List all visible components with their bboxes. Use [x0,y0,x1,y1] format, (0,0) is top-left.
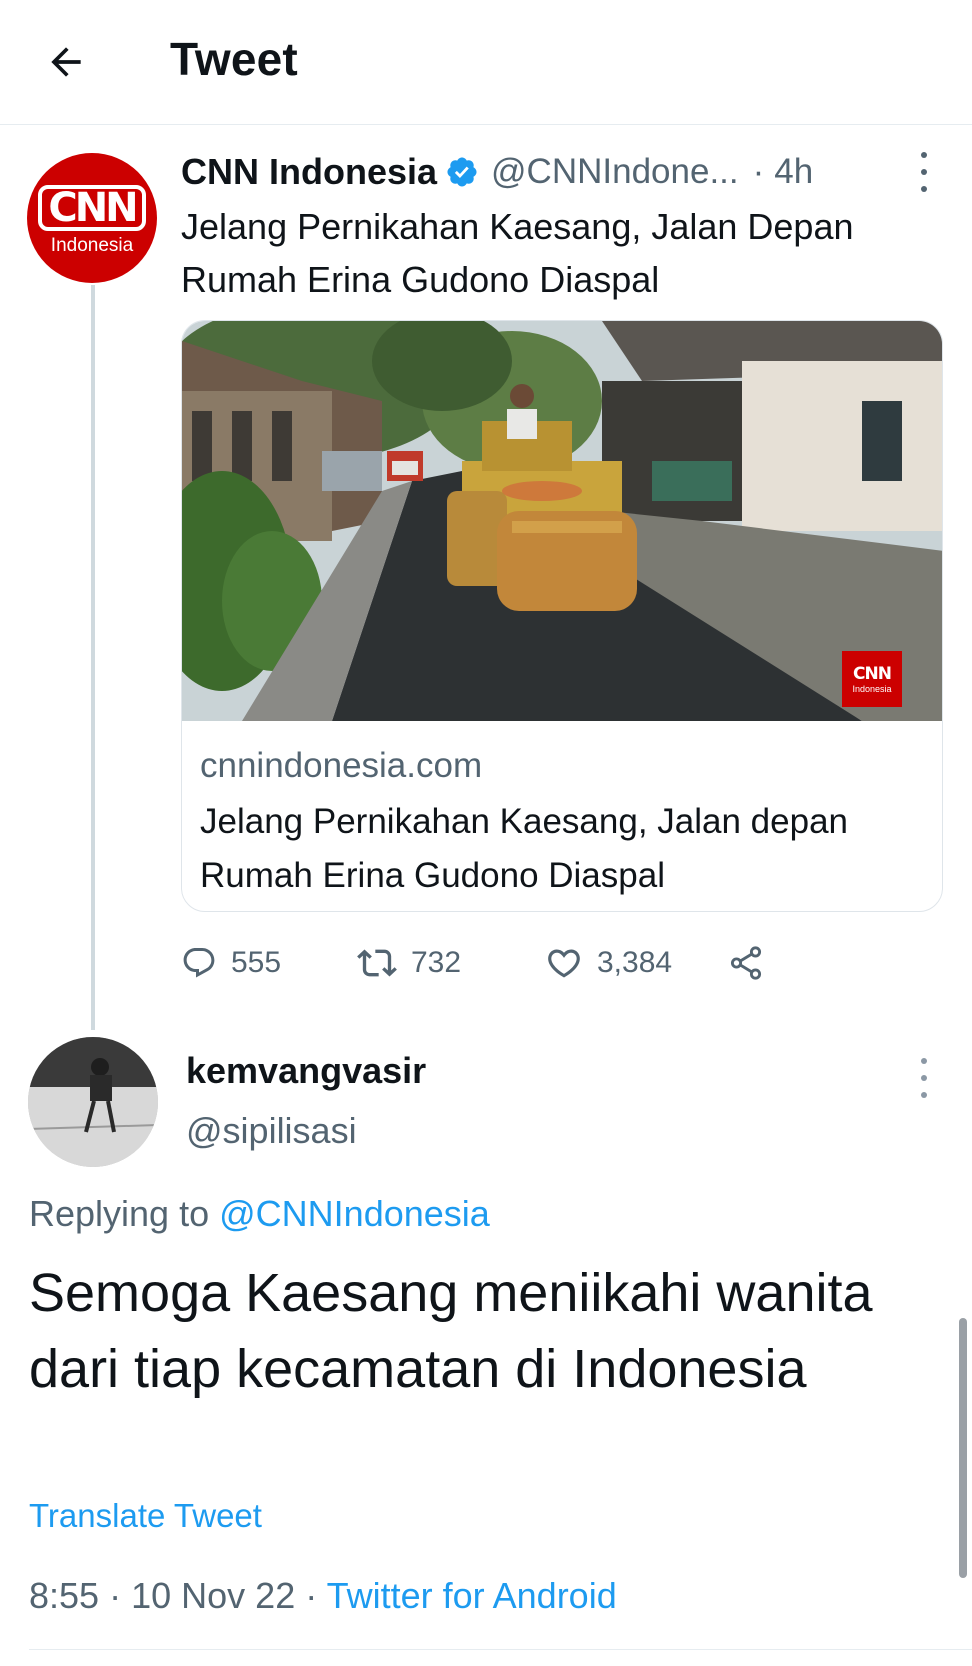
cnn-watermark-text: CNN [853,664,892,684]
cnn-logo-subtitle: Indonesia [50,235,134,256]
reply-icon [183,948,215,978]
timestamp-separator: · [109,1575,122,1616]
tweet-action-bar: 555 732 3,384 [181,938,941,988]
reply-more-options-icon[interactable] [912,1058,936,1098]
cnn-watermark-logo: CNN Indonesia [842,651,902,707]
arrow-left-icon [51,47,81,77]
cnn-logo: CNN [38,185,146,231]
back-button[interactable] [40,36,92,88]
cnn-watermark-subtitle: Indonesia [852,684,892,694]
reply-author-name[interactable]: kemvangvasir [186,1050,426,1092]
parent-tweet-text: Jelang Pernikahan Kaesang, Jalan Depan R… [181,206,854,300]
parent-tweet-time[interactable]: 4h [774,152,813,192]
tweet-timestamp: 8:55 · 10 Nov 22 · Twitter for Android [29,1575,617,1617]
reply-tweet-text: Semoga Kaesang meniikahi wanita dari tia… [29,1263,873,1399]
like-count: 3,384 [597,946,673,979]
reply-avatar[interactable] [28,1037,158,1167]
share-button[interactable] [727,938,765,988]
share-icon [730,946,762,980]
retweet-count: 732 [411,946,462,979]
reply-author-handle[interactable]: @sipilisasi [186,1110,357,1152]
like-button[interactable]: 3,384 [545,938,672,988]
timestamp-separator: · [305,1575,318,1616]
retweet-icon [357,949,397,977]
scrollbar[interactable] [959,1318,967,1578]
reply-button[interactable]: 555 [181,938,281,988]
card-title: Jelang Pernikahan Kaesang, Jalan depan R… [200,802,848,895]
tweet-date: 10 Nov 22 [131,1575,296,1616]
replying-prefix: Replying to [29,1193,210,1234]
reply-count: 555 [231,946,282,979]
meta-separator: · [752,152,765,191]
top-bar: Tweet [0,0,972,125]
heart-icon [548,949,580,978]
parent-avatar[interactable]: CNN Indonesia [27,153,157,283]
retweet-button[interactable]: 732 [357,938,461,988]
parent-tweet-header: CNN Indonesia @CNNIndone... · 4h [181,150,941,194]
tweet-source-link[interactable]: Twitter for Android [327,1575,617,1616]
thread-connector [91,285,95,1030]
tweet-time: 8:55 [29,1575,100,1616]
parent-author-name[interactable]: CNN Indonesia [181,151,437,193]
replying-to-line: Replying to @CNNIndonesia [29,1193,490,1235]
verified-badge-icon [447,157,477,187]
parent-more-options-icon[interactable] [912,152,936,192]
card-domain: cnnindonesia.com [200,746,483,785]
link-preview-image: CNN Indonesia [182,321,942,721]
translate-tweet-link[interactable]: Translate Tweet [29,1497,262,1535]
replying-to-link[interactable]: @CNNIndonesia [219,1193,490,1234]
link-preview-card[interactable]: CNN Indonesia cnnindonesia.com Jelang Pe… [181,320,943,912]
parent-author-handle[interactable]: @CNNIndone... [491,152,739,192]
page-title: Tweet [170,33,298,85]
divider [29,1649,972,1650]
